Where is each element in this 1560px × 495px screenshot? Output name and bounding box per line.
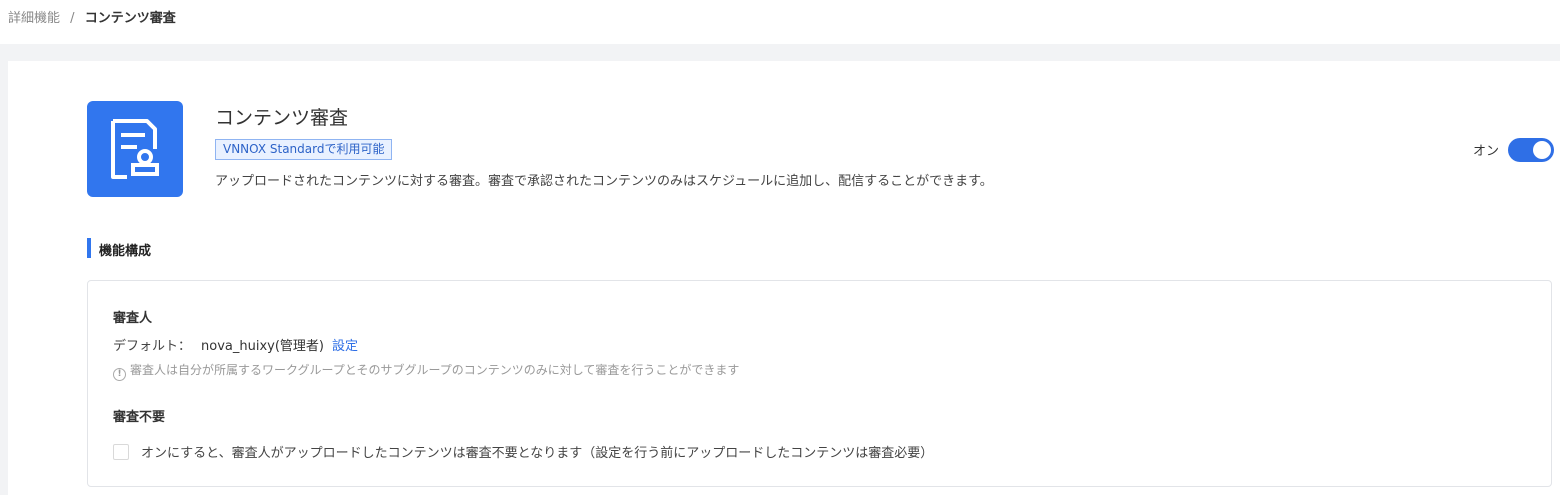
exemption-title: 審査不要 [113,410,166,425]
reviewer-note: ! 審査人は自分が所属するワークグループとそのサブグループのコンテンツのみに対して… [113,361,739,381]
breadcrumb: 詳細機能 / コンテンツ審査 [8,10,176,28]
feature-card: コンテンツ審査 VNNOX Standardで利用可能 アップロードされたコンテ… [8,61,1560,495]
section-accent-bar [87,238,91,258]
reviewer-note-text: 審査人は自分が所属するワークグループとそのサブグループのコンテンツのみに対して審… [130,363,740,377]
reviewer-default-label: デフォルト： [113,339,192,354]
section-title: 機能構成 [99,244,152,259]
breadcrumb-separator: / [70,11,75,26]
reviewer-setting-link[interactable]: 設定 [332,339,358,354]
document-stamp-icon [87,101,183,197]
feature-description: アップロードされたコンテンツに対する審査。審査で承認されたコンテンツのみはスケジ… [215,174,993,189]
feature-title: コンテンツ審査 [215,107,349,129]
exemption-row: オンにすると、審査人がアップロードしたコンテンツは審査不要となります（設定を行う… [113,442,933,461]
breadcrumb-parent-link[interactable]: 詳細機能 [8,11,60,26]
reviewer-default-row: デフォルト： nova_huixy(管理者) 設定 [113,335,358,354]
breadcrumb-current: コンテンツ審査 [84,11,176,26]
reviewer-default-value: nova_huixy(管理者) [201,339,324,354]
toggle-label: オン [1473,144,1500,159]
exemption-checkbox-label: オンにすると、審査人がアップロードしたコンテンツは審査不要となります（設定を行う… [141,446,934,461]
info-icon: ! [113,368,126,381]
toggle-knob [1533,141,1551,159]
plan-badge: VNNOX Standardで利用可能 [215,139,393,160]
config-panel: 審査人 デフォルト： nova_huixy(管理者) 設定 ! 審査人は自分が所属する… [87,280,1552,487]
exemption-checkbox[interactable] [113,444,129,460]
top-bar: 詳細機能 / コンテンツ審査 [0,0,1560,44]
feature-toggle[interactable] [1508,138,1554,162]
reviewer-title: 審査人 [113,311,153,326]
